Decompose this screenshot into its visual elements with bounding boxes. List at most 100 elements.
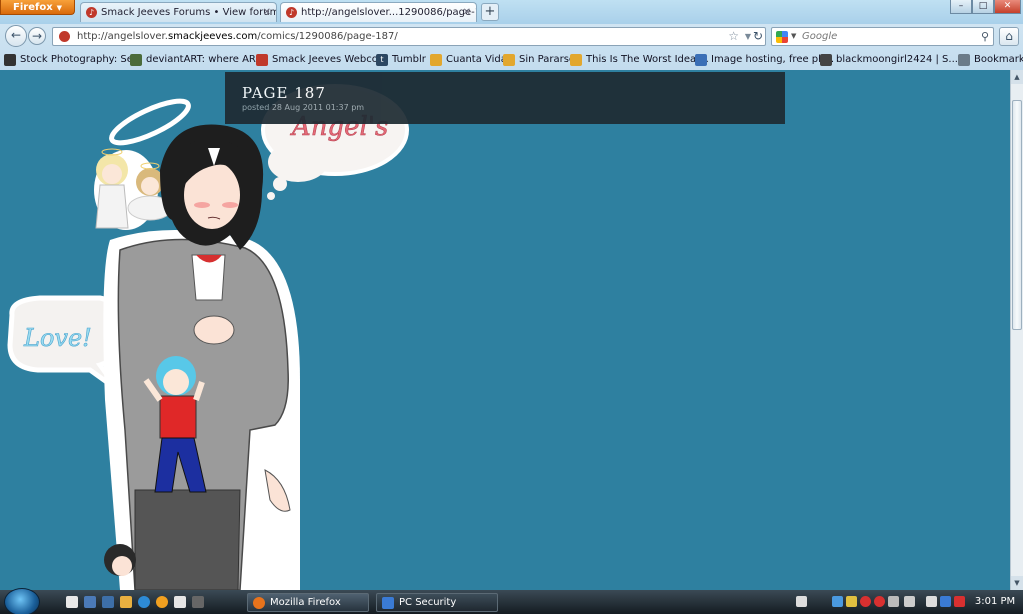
firefox-menu-label: Firefox xyxy=(13,2,53,13)
folder-icon[interactable] xyxy=(120,596,132,608)
bookmark-icon xyxy=(695,54,707,66)
firefox-menu-button[interactable]: Firefox ▼ xyxy=(0,0,75,15)
tab-title: Smack Jeeves Forums • View forum - ... xyxy=(101,7,277,18)
maximize-button[interactable]: □ xyxy=(972,0,994,14)
search-input[interactable]: ▼ Google ⚲ xyxy=(771,27,994,46)
bookmark-label: blackmoongirl2424 | S... xyxy=(836,54,958,65)
tray-app-icon[interactable] xyxy=(846,596,857,607)
search-icon[interactable]: ⚲ xyxy=(981,28,989,45)
bookmark-deviantart[interactable]: deviantART: where AR... xyxy=(130,53,265,67)
address-bar[interactable]: http://angelslover.smackjeeves.com/comic… xyxy=(52,27,766,46)
bookmark-blackmoongirl[interactable]: blackmoongirl2424 | S... xyxy=(820,53,958,67)
url-path: /comics/1290086/page-187/ xyxy=(257,31,398,42)
bookmark-label: Stock Photography: Se... xyxy=(20,54,143,65)
bookmark-icon xyxy=(256,54,268,66)
computer-icon[interactable] xyxy=(102,596,114,608)
network-status-icon[interactable] xyxy=(940,596,951,607)
browser-chrome: Firefox ▼ ♪ Smack Jeeves Forums • View fo… xyxy=(0,0,1023,70)
paint-icon[interactable] xyxy=(174,596,186,608)
url-domain: smackjeeves.com xyxy=(167,31,258,42)
bookmark-label: Sin Pararse xyxy=(519,54,576,65)
rss-icon xyxy=(430,54,442,66)
bookmark-icon xyxy=(4,54,16,66)
chevron-down-icon: ▼ xyxy=(56,4,63,12)
post-date: posted 28 Aug 2011 01:37 pm xyxy=(242,103,365,112)
security-alert-icon[interactable] xyxy=(860,596,871,607)
windows-taskbar: Mozilla Firefox PC Security Guardian 3:0… xyxy=(0,588,1023,614)
search-placeholder: Google xyxy=(802,31,838,42)
bookmark-stock-photography[interactable]: Stock Photography: Se... xyxy=(4,53,142,67)
bookmarks-menu-icon xyxy=(958,54,970,66)
bookmarks-menu-button[interactable]: Bookmarks xyxy=(958,53,1023,67)
bookmark-label: This Is The Worst Idea ... xyxy=(586,54,709,65)
bookmark-image-hosting[interactable]: Image hosting, free ph... xyxy=(695,53,834,67)
start-button[interactable] xyxy=(4,588,40,614)
close-tab-icon[interactable]: ✕ xyxy=(463,3,471,22)
task-mozilla-firefox[interactable]: Mozilla Firefox xyxy=(247,593,369,612)
title-bar: Firefox ▼ ♪ Smack Jeeves Forums • View fo… xyxy=(0,0,1023,24)
bookmark-label: Smack Jeeves Webco... xyxy=(272,54,388,65)
task-label: PC Security Guardian xyxy=(399,597,457,608)
firefox-icon xyxy=(253,597,265,609)
site-identity-icon[interactable] xyxy=(59,31,70,42)
system-clock[interactable]: 3:01 PM xyxy=(970,590,1020,614)
vertical-scrollbar[interactable]: ▲ ▼ xyxy=(1010,70,1023,590)
bookmark-sin-pararse[interactable]: Sin Pararse xyxy=(503,53,575,67)
chibi-angels xyxy=(94,148,173,230)
tray-app-icon[interactable] xyxy=(926,596,937,607)
bookmark-label: Cuanta Vida xyxy=(446,54,507,65)
new-tab-button[interactable]: + xyxy=(481,3,499,21)
bookmark-smack-jeeves[interactable]: Smack Jeeves Webco... xyxy=(256,53,387,67)
scroll-down-icon[interactable]: ▼ xyxy=(1011,576,1023,590)
show-desktop-icon[interactable] xyxy=(66,596,78,608)
page-title: PAGE 187 xyxy=(242,84,326,102)
task-pc-security-guardian[interactable]: PC Security Guardian xyxy=(376,593,498,612)
bookmark-label: Image hosting, free ph... xyxy=(711,54,835,65)
scrollbar-thumb[interactable] xyxy=(1012,100,1022,330)
reload-button[interactable]: ↻ xyxy=(750,28,766,44)
back-button[interactable]: ← xyxy=(5,25,27,47)
search-engine-dropdown-icon[interactable]: ▼ xyxy=(791,28,796,45)
volume-icon[interactable] xyxy=(954,596,965,607)
bookmark-label: deviantART: where AR... xyxy=(146,54,266,65)
tab-smack-jeeves-forums[interactable]: ♪ Smack Jeeves Forums • View forum - ...… xyxy=(80,2,277,22)
tumblr-icon: t xyxy=(376,54,388,66)
bookmark-tumblr[interactable]: t Tumblr xyxy=(376,53,426,67)
minimize-button[interactable]: – xyxy=(950,0,972,14)
security-shield-icon xyxy=(382,597,394,609)
rss-icon xyxy=(503,54,515,66)
smackjeeves-favicon-icon: ♪ xyxy=(286,7,297,18)
home-button[interactable]: ⌂ xyxy=(999,27,1019,46)
bookmark-label: Bookmarks xyxy=(974,54,1023,65)
love-text: Love! xyxy=(23,324,92,352)
bookmark-cuanta-vida[interactable]: Cuanta Vida xyxy=(430,53,507,67)
chibi-character-bottom xyxy=(104,544,136,576)
firefox-icon[interactable] xyxy=(156,596,168,608)
smackjeeves-favicon-icon: ♪ xyxy=(86,7,97,18)
network-icon[interactable] xyxy=(832,596,843,607)
pen-icon[interactable] xyxy=(796,596,807,607)
comic-artwork: Angel's Love! xyxy=(7,84,409,590)
task-label: Mozilla Firefox xyxy=(270,597,341,608)
navigation-toolbar: ← → http://angelslover.smackjeeves.com/c… xyxy=(0,24,1023,48)
more-icon[interactable] xyxy=(192,596,204,608)
scroll-up-icon[interactable]: ▲ xyxy=(1011,70,1023,84)
forward-button[interactable]: → xyxy=(28,27,46,45)
bookmarks-toolbar: Stock Photography: Se... deviantART: whe… xyxy=(0,50,1023,70)
bookmark-star-icon[interactable]: ☆ xyxy=(728,28,739,45)
bookmark-worst-idea[interactable]: This Is The Worst Idea ... xyxy=(570,53,709,67)
close-window-button[interactable]: ✕ xyxy=(994,0,1021,14)
bookmark-icon xyxy=(130,54,142,66)
close-tab-icon[interactable]: ✕ xyxy=(263,3,271,22)
comic-page: Angel's Love! PAGE 187 posted 28 Aug 201… xyxy=(0,70,1010,590)
tray-app-icon[interactable] xyxy=(904,596,915,607)
tab-page-187[interactable]: ♪ http://angelslover...1290086/page-187/… xyxy=(280,2,477,22)
url-prefix: http://angelslover. xyxy=(77,31,168,42)
bookmark-icon xyxy=(820,54,832,66)
tab-title: http://angelslover...1290086/page-187/ xyxy=(301,7,476,18)
google-icon[interactable] xyxy=(776,31,788,43)
tray-app-icon[interactable] xyxy=(888,596,899,607)
switch-windows-icon[interactable] xyxy=(84,596,96,608)
security-alert-icon[interactable] xyxy=(874,596,885,607)
internet-explorer-icon[interactable] xyxy=(138,596,150,608)
